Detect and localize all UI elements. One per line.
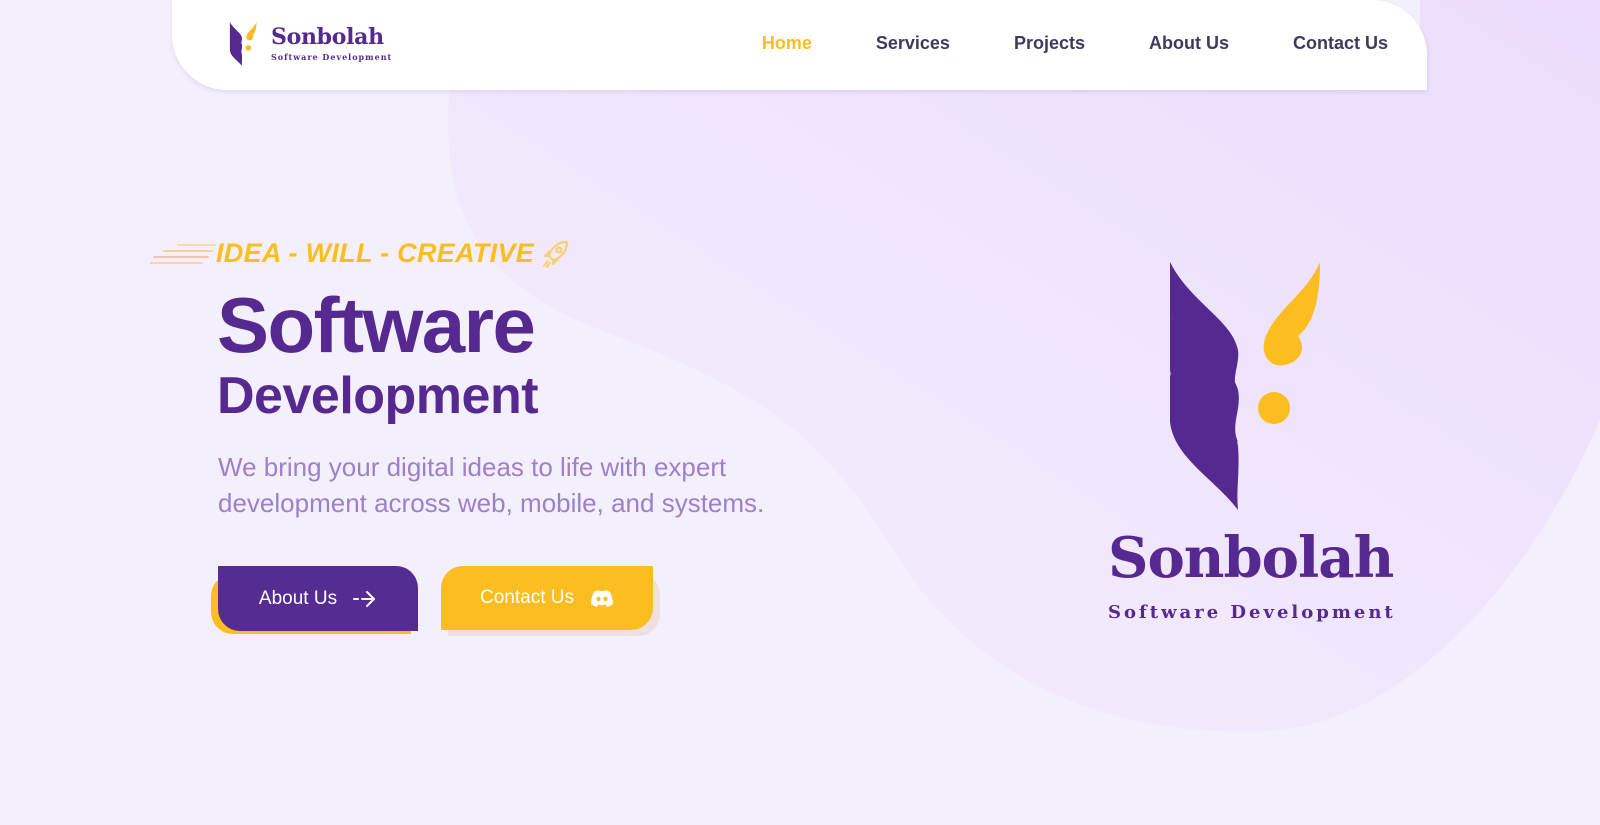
nav-about-us[interactable]: About Us [1149, 33, 1229, 54]
sonbolah-wheat-logo-icon [1170, 262, 1320, 510]
about-us-button-wrapper: About Us [211, 566, 418, 638]
speed-lines-icon [150, 243, 216, 264]
contact-us-button[interactable]: Contact Us [441, 566, 653, 630]
contact-us-button-wrapper: Contact Us [441, 566, 663, 638]
site-header: Sonbolah Software Development Home Servi… [172, 0, 1427, 90]
about-us-button[interactable]: About Us [218, 566, 418, 631]
hero-description: We bring your digital ideas to life with… [218, 452, 765, 518]
nav-services[interactable]: Services [876, 33, 950, 54]
hero-subtitle: Development [217, 367, 539, 425]
discord-icon [590, 590, 613, 607]
main-nav: Home Services Projects About Us Contact … [698, 33, 1388, 54]
nav-contact-us[interactable]: Contact Us [1293, 33, 1388, 54]
sonbolah-wheat-logo-icon [229, 22, 257, 66]
nav-projects[interactable]: Projects [1014, 33, 1085, 54]
brand-logo[interactable]: Sonbolah Software Development [228, 22, 392, 66]
brand-name: Sonbolah [271, 24, 384, 50]
contact-us-button-label: Contact Us [480, 587, 574, 608]
brand-subtitle: Software Development [271, 52, 393, 62]
about-us-button-label: About Us [258, 587, 338, 609]
showcase-brand-name: Sonbolah [1108, 525, 1394, 591]
showcase-brand-subtitle: Software Development [1108, 602, 1396, 623]
tagline: IDEA - WILL - CREATIVE [150, 238, 570, 269]
rocket-icon [543, 240, 569, 268]
arrow-right-icon [353, 590, 376, 607]
nav-home[interactable]: Home [762, 33, 812, 54]
hero-title: Software [217, 281, 536, 369]
tagline-text: IDEA - WILL - CREATIVE [216, 238, 535, 268]
